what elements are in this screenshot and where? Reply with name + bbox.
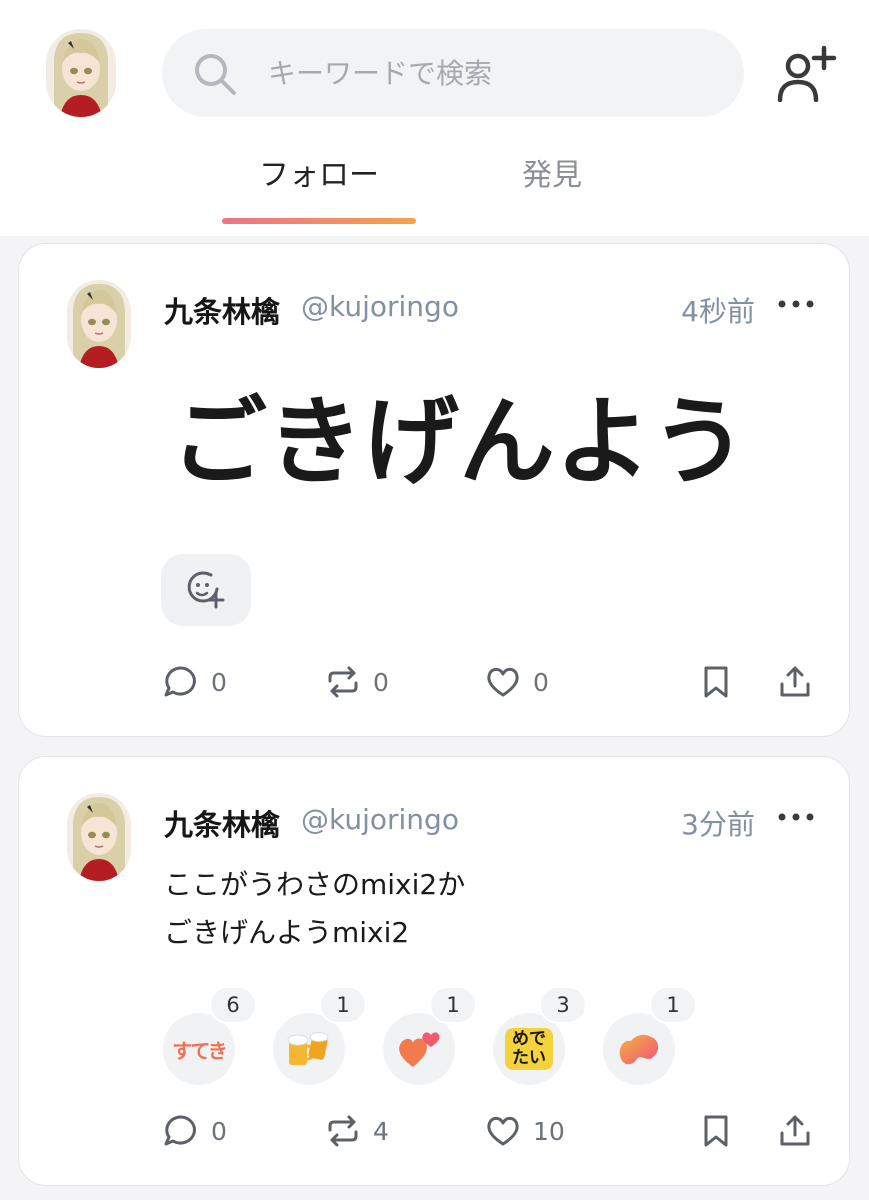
post-time: 3分前	[681, 808, 755, 841]
bookmark-button[interactable]	[699, 660, 733, 704]
add-user-icon[interactable]	[776, 44, 838, 102]
reaction-count: 3	[539, 986, 587, 1024]
reaction-count: 1	[319, 986, 367, 1024]
author-handle[interactable]: @kujoringo	[301, 290, 459, 323]
repost-icon	[328, 666, 358, 698]
search-icon	[195, 54, 236, 95]
reaction-count: 1	[649, 986, 697, 1024]
like-button[interactable]: 10	[485, 1109, 565, 1153]
like-button[interactable]: 0	[485, 660, 549, 704]
share-button[interactable]	[777, 1109, 813, 1153]
repost-button[interactable]: 4	[325, 1109, 389, 1153]
post-card[interactable]: 九条林檎 @kujoringo 3分前 ここがうわさのmixi2か ごきげんよう…	[18, 756, 850, 1186]
reply-icon	[164, 1115, 196, 1146]
reaction-count: 6	[209, 986, 257, 1024]
reaction-heart-shape[interactable]	[603, 1013, 675, 1085]
reaction-sutekì[interactable]: すてき	[163, 1013, 235, 1085]
reaction-two-hearts[interactable]	[383, 1013, 455, 1085]
reaction-count: 1	[429, 986, 477, 1024]
add-reaction-button[interactable]	[161, 554, 251, 626]
reply-button[interactable]: 0	[163, 660, 227, 704]
post-actions: 0 0 0	[19, 660, 851, 704]
reaction-medetai[interactable]: めでたい	[493, 1013, 565, 1085]
repost-icon	[328, 1115, 358, 1147]
reply-icon	[164, 666, 196, 697]
active-tab-indicator	[222, 218, 416, 224]
app: フォロー 発見 九条林檎 @kujoringo 4秒前 ごきげんよう	[0, 0, 869, 1200]
post-text: ここがうわさのmixi2か ごきげんようmixi2	[164, 868, 466, 949]
reaction-beer[interactable]	[273, 1013, 345, 1085]
post-actions: 0 4 10	[19, 1109, 851, 1153]
like-count: 10	[533, 1116, 565, 1146]
bookmark-icon	[704, 666, 728, 698]
top-bar: フォロー 発見	[0, 0, 869, 236]
medetai-stamp-icon: めでたい	[505, 1028, 553, 1070]
tab-follow[interactable]: フォロー	[222, 150, 416, 194]
repost-count: 4	[373, 1116, 389, 1146]
author-handle[interactable]: @kujoringo	[301, 803, 459, 836]
author-name[interactable]: 九条林檎	[164, 802, 280, 844]
author-avatar[interactable]	[67, 280, 131, 368]
bookmark-button[interactable]	[699, 1109, 733, 1153]
search-input[interactable]	[268, 29, 718, 117]
post-text: ごきげんよう	[171, 385, 747, 498]
suteki-stamp-icon: すてき	[172, 1038, 228, 1063]
author-avatar[interactable]	[67, 793, 131, 881]
heart-icon	[487, 667, 519, 697]
repost-count: 0	[373, 667, 389, 697]
my-avatar[interactable]	[46, 29, 116, 117]
reply-count: 0	[211, 1116, 227, 1146]
more-options-icon[interactable]	[777, 810, 815, 824]
bookmark-icon	[704, 1115, 728, 1147]
more-options-icon[interactable]	[777, 297, 815, 311]
post-time: 4秒前	[681, 295, 755, 328]
add-reaction-icon	[187, 571, 225, 609]
repost-button[interactable]: 0	[325, 660, 389, 704]
reply-count: 0	[211, 667, 227, 697]
heart-shape-icon	[619, 1034, 659, 1065]
share-button[interactable]	[777, 660, 813, 704]
share-icon	[780, 1115, 810, 1146]
tab-discover[interactable]: 発見	[470, 150, 634, 194]
reply-button[interactable]: 0	[163, 1109, 227, 1153]
like-count: 0	[533, 667, 549, 697]
search-bar[interactable]	[162, 29, 744, 117]
author-name[interactable]: 九条林檎	[164, 289, 280, 331]
beer-mugs-icon	[287, 1032, 329, 1065]
heart-icon	[487, 1116, 519, 1146]
share-icon	[780, 666, 810, 697]
post-card[interactable]: 九条林檎 @kujoringo 4秒前 ごきげんよう 0 0 0	[18, 243, 850, 737]
two-hearts-icon	[399, 1032, 440, 1067]
